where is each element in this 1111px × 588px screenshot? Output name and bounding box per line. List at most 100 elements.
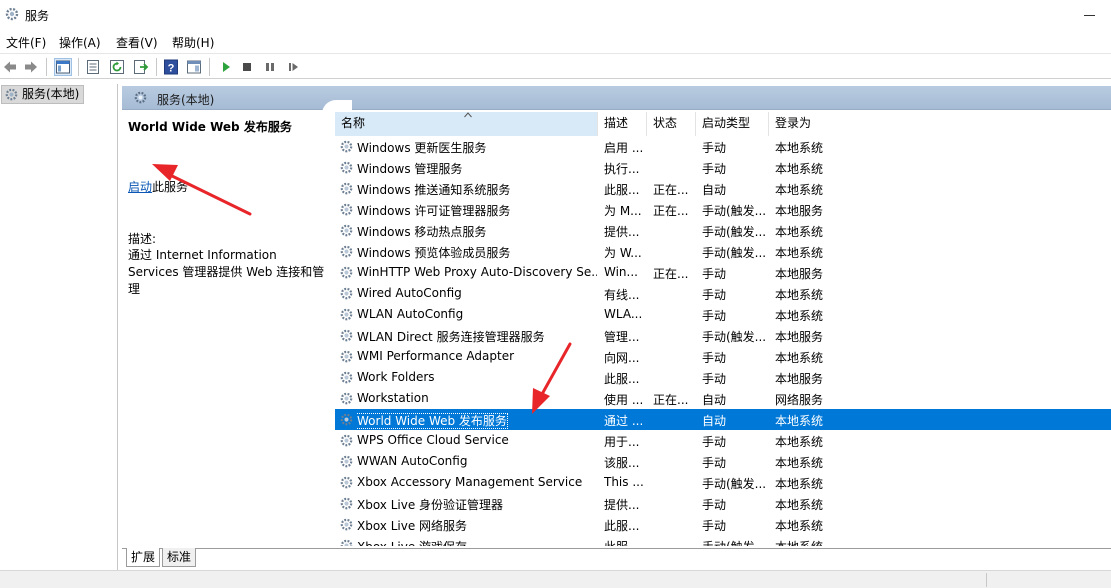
service-name-cell: Xbox Live 身份验证管理器 (357, 498, 504, 512)
service-logon-cell: 本地系统 (775, 351, 824, 365)
menu-bar: 文件(F) 操作(A) 查看(V) 帮助(H) (0, 31, 1111, 53)
service-startup-type-cell: 手动 (702, 372, 727, 386)
service-logon-cell: 本地系统 (775, 246, 824, 260)
table-row[interactable]: Xbox Live 身份验证管理器 提供... 手动 本地系统 (335, 493, 1111, 514)
service-status-cell: 正在... (653, 183, 689, 197)
table-row[interactable]: World Wide Web 发布服务 通过 ... 自动 本地系统 (335, 409, 1111, 430)
service-name-cell: Xbox Accessory Management Service (357, 475, 583, 489)
table-row[interactable]: Xbox Live 游戏保存此服... 手动(触发... 本地系统 (335, 535, 1111, 546)
service-name-cell: WWAN AutoConfig (357, 454, 468, 468)
table-row[interactable]: Xbox Live 网络服务 此服... 手动 本地系统 (335, 514, 1111, 535)
service-logon-cell: 本地服务 (775, 204, 824, 218)
table-row[interactable]: WinHTTP Web Proxy Auto-Discovery Se... Wi… (335, 262, 1111, 283)
stop-service-icon[interactable] (238, 58, 256, 76)
service-startup-type-cell: 自动 (702, 393, 727, 407)
service-name-cell: WMI Performance Adapter (357, 349, 515, 363)
service-gear-icon (340, 329, 353, 342)
toolbar-separator (78, 58, 79, 76)
services-list: 名称 描述 状态 启动类型 登录为 Windows 更新医生服务 启用 ... 手动… (335, 110, 1111, 546)
table-row[interactable]: Windows 预览体验成员服务 为 W... 手动(触发... 本地系统 (335, 241, 1111, 262)
column-header-label: 状态 (653, 116, 678, 130)
export-list-icon[interactable] (132, 58, 150, 76)
minimize-button[interactable] (1084, 7, 1096, 19)
table-row[interactable]: Windows 移动热点服务 提供... 手动(触发... 本地系统 (335, 220, 1111, 241)
service-name-cell: Windows 预览体验成员服务 (357, 246, 511, 260)
table-row[interactable]: Windows 许可证管理器服务 为 M... 正在... 手动(触发... 本地服务 (335, 199, 1111, 220)
start-service-link[interactable]: 启动 (128, 180, 152, 194)
service-startup-type-cell: 手动 (702, 267, 727, 281)
table-row[interactable]: WLAN AutoConfig WLA... 手动 本地系统 (335, 304, 1111, 325)
menu-help[interactable]: 帮助(H) (172, 34, 214, 51)
column-header-log-on-as[interactable]: 登录为 (769, 112, 1111, 136)
services-gear-icon (5, 7, 19, 21)
help-icon[interactable]: ? (162, 58, 180, 76)
service-startup-type-cell: 手动(触发... (702, 330, 767, 344)
back-icon[interactable] (1, 58, 19, 76)
menu-file[interactable]: 文件(F) (6, 34, 46, 51)
service-description-cell: 启用 ... (604, 141, 644, 155)
service-description-cell: 该服... (604, 456, 640, 470)
services-gear-icon (5, 88, 18, 101)
service-startup-type-cell: 手动 (702, 435, 727, 449)
service-description-cell: 用于... (604, 435, 640, 449)
column-header-name[interactable]: 名称 (335, 112, 598, 136)
service-gear-icon (340, 266, 353, 279)
show-hide-console-tree-icon[interactable] (54, 58, 72, 76)
tab-standard[interactable]: 标准 (162, 548, 197, 567)
tree-item-label: 服务(本地) (22, 87, 80, 101)
table-row[interactable]: WPS Office Cloud Service 用于... 手动 本地系统 (335, 430, 1111, 451)
menu-view[interactable]: 查看(V) (116, 34, 158, 51)
start-service-icon[interactable] (217, 58, 235, 76)
service-gear-icon (340, 245, 353, 258)
pane-header: 服务(本地) (122, 86, 1111, 114)
tree-item-services-local[interactable]: 服务(本地) (1, 85, 85, 104)
service-description-cell: Win... (604, 265, 638, 279)
service-logon-cell: 本地系统 (775, 141, 824, 155)
table-row[interactable]: Windows 推送通知系统服务 此服... 正在... 自动 本地系统 (335, 178, 1111, 199)
start-service-suffix: 此服务 (152, 180, 189, 194)
service-description-cell: 执行... (604, 162, 640, 176)
service-name-cell: Windows 推送通知系统服务 (357, 183, 511, 197)
column-header-description[interactable]: 描述 (598, 112, 647, 136)
toolbar-separator (46, 58, 47, 76)
table-row[interactable]: Workstation 使用 ... 正在... 自动 网络服务 (335, 388, 1111, 409)
table-row[interactable]: WLAN Direct 服务连接管理器服务 管理... 手动(触发... 本地服务 (335, 325, 1111, 346)
tab-extended[interactable]: 扩展 (126, 548, 161, 567)
service-logon-cell: 本地服务 (775, 267, 824, 281)
sort-ascending-icon (464, 112, 472, 118)
table-row[interactable]: Windows 更新医生服务 启用 ... 手动 本地系统 (335, 136, 1111, 157)
svg-text:?: ? (168, 63, 175, 75)
column-header-startup-type[interactable]: 启动类型 (696, 112, 769, 136)
service-description-cell: 此服... (604, 372, 640, 386)
service-logon-cell: 本地系统 (775, 225, 824, 239)
column-header-status[interactable]: 状态 (647, 112, 696, 136)
forward-icon[interactable] (22, 58, 40, 76)
table-row[interactable]: Work Folders 此服... 手动 本地服务 (335, 367, 1111, 388)
service-description: 通过 Internet Information Services 管理器提供 W… (128, 248, 325, 296)
refresh-icon[interactable] (108, 58, 126, 76)
properties-icon[interactable] (84, 58, 102, 76)
service-startup-type-cell: 自动 (702, 183, 727, 197)
service-name-cell: Windows 管理服务 (357, 162, 463, 176)
pane-header-title: 服务(本地) (157, 93, 215, 107)
service-gear-icon (340, 392, 353, 405)
extended-view-icon[interactable] (185, 58, 203, 76)
service-gear-icon (340, 371, 353, 384)
start-service-row: 启动此服务 (128, 178, 188, 195)
table-row[interactable]: WWAN AutoConfig 该服... 手动 本地系统 (335, 451, 1111, 472)
service-name-cell: WPS Office Cloud Service (357, 433, 509, 447)
service-startup-type-cell: 自动 (702, 414, 727, 428)
resume-service-icon[interactable] (284, 58, 302, 76)
menu-action[interactable]: 操作(A) (59, 34, 101, 51)
pause-service-icon[interactable] (261, 58, 279, 76)
service-gear-icon (340, 308, 353, 321)
service-gear-icon (340, 140, 353, 153)
console-tree: 服务(本地) (0, 84, 118, 570)
service-startup-type-cell: 手动 (702, 162, 727, 176)
table-row[interactable]: Wired AutoConfig 有线... 手动 本地系统 (335, 283, 1111, 304)
table-row[interactable]: WMI Performance Adapter 向网... 手动 本地系统 (335, 346, 1111, 367)
table-row[interactable]: Xbox Accessory Management Service This ..… (335, 472, 1111, 493)
service-gear-icon (340, 350, 353, 363)
table-row[interactable]: Windows 管理服务 执行... 手动 本地系统 (335, 157, 1111, 178)
service-name-cell: WLAN AutoConfig (357, 307, 464, 321)
